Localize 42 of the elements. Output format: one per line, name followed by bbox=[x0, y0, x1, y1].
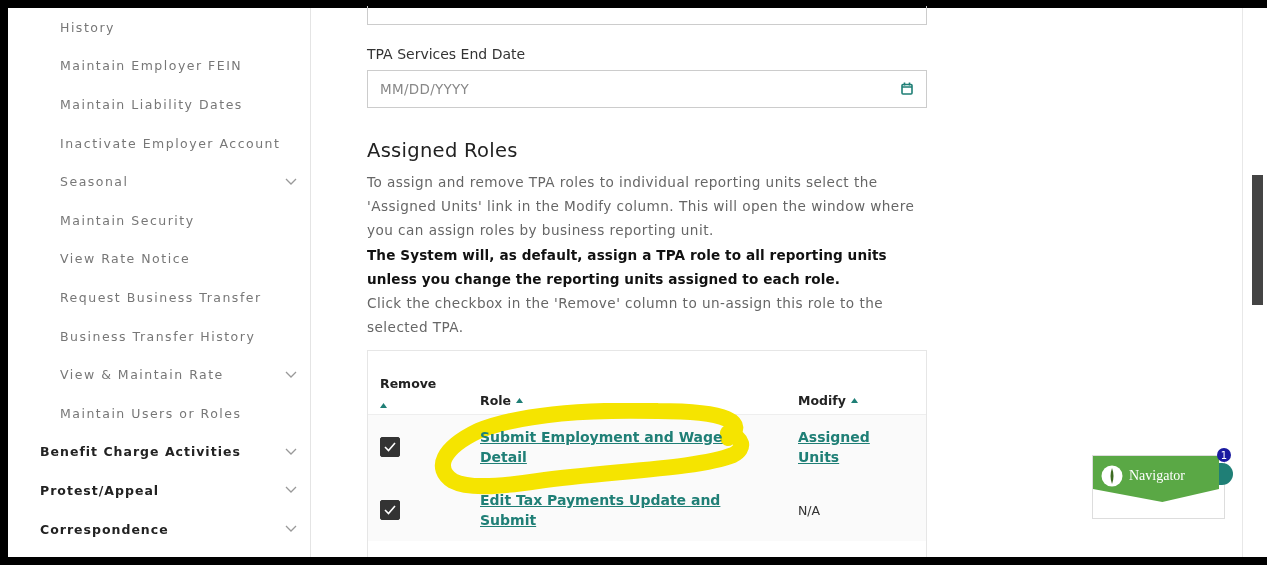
sidebar-item[interactable]: View & Maintain Rate bbox=[60, 367, 224, 383]
sidebar-item[interactable]: History bbox=[60, 19, 115, 35]
column-header[interactable]: Role bbox=[468, 393, 786, 409]
sidebar-item[interactable]: Maintain Employer FEIN bbox=[60, 58, 243, 74]
checkmark-icon bbox=[384, 504, 396, 515]
column-header[interactable]: Remove bbox=[380, 376, 468, 392]
instruction-text: The System will, as default, assign a TPA role to all reporting units unless you change the reporting units assigned to each role. bbox=[367, 245, 888, 289]
sidebar-item[interactable]: Maintain Liability Dates bbox=[60, 97, 243, 112]
remove-checkbox[interactable] bbox=[380, 499, 400, 520]
chevron-down-icon[interactable] bbox=[285, 177, 297, 186]
role-link[interactable]: Edit Tax Payments Update and Submit bbox=[480, 489, 755, 530]
instruction-text: To assign and remove TPA roles to individual reporting units select the 'Assigned Units' link in the Modify column. This will open the window where you can assign roles by business reporting unit. bbox=[367, 173, 916, 241]
sidebar-item[interactable]: View Rate Notice bbox=[60, 251, 191, 267]
assigned-units-link[interactable]: Assigned Units bbox=[798, 426, 888, 467]
date-field[interactable]: MM/DD/YYYY bbox=[367, 70, 927, 108]
instruction-text: Click the checkbox in the 'Remove' column to un-assign this role to the selected TPA. bbox=[367, 294, 885, 338]
table-cell: N/A bbox=[798, 503, 821, 519]
sort-up-icon[interactable] bbox=[850, 398, 858, 404]
navigator-button[interactable]: Navigator bbox=[1093, 456, 1219, 502]
checkmark-icon bbox=[384, 441, 396, 452]
column-header[interactable]: Modify bbox=[786, 393, 926, 409]
sidebar-section[interactable]: Protest/Appeal bbox=[40, 482, 160, 498]
sidebar-section[interactable]: Correspondence bbox=[40, 521, 169, 537]
remove-checkbox[interactable] bbox=[380, 436, 400, 457]
sidebar-item[interactable]: Request Business Transfer bbox=[60, 289, 262, 305]
sort-up-icon[interactable] bbox=[380, 403, 387, 409]
sidebar-item[interactable]: Maintain Users or Roles bbox=[60, 405, 242, 421]
chevron-down-icon[interactable] bbox=[285, 525, 297, 533]
chevron-down-icon[interactable] bbox=[285, 447, 297, 456]
sort-up-icon[interactable] bbox=[516, 398, 523, 404]
field-label: TPA Services End Date bbox=[367, 46, 527, 62]
sidebar-item[interactable]: Seasonal bbox=[60, 174, 129, 190]
scrollbar[interactable] bbox=[1252, 175, 1263, 305]
sidebar-section[interactable]: Benefit Charge Activities bbox=[40, 444, 241, 460]
leaf-icon bbox=[1101, 465, 1123, 487]
sidebar-item[interactable]: Business Transfer History bbox=[60, 328, 256, 344]
sidebar-item[interactable]: Maintain Security bbox=[60, 212, 195, 228]
section-heading: Assigned Roles bbox=[367, 139, 519, 162]
sidebar-item[interactable]: Inactivate Employer Account bbox=[60, 135, 281, 151]
chevron-down-icon[interactable] bbox=[285, 486, 297, 495]
calendar-icon[interactable] bbox=[901, 82, 913, 95]
chevron-down-icon[interactable] bbox=[285, 370, 297, 379]
